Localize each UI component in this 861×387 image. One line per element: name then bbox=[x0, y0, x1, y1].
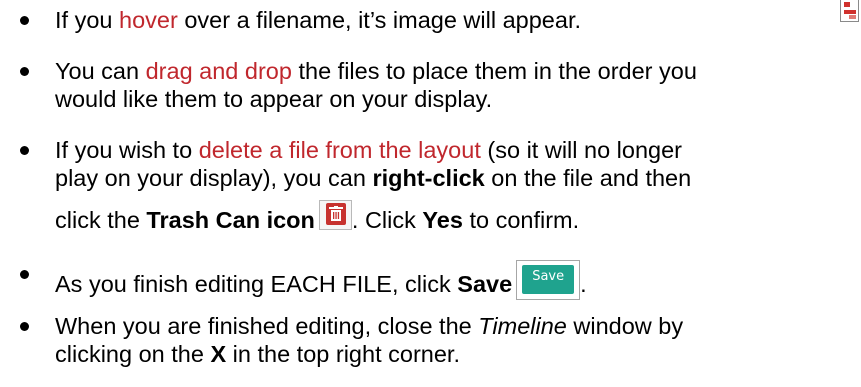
save-button: Save bbox=[516, 260, 581, 300]
bullet-icon bbox=[20, 322, 29, 331]
save-button-label: Save bbox=[522, 265, 575, 294]
text-line: As you finish editing EACH FILE, click S… bbox=[55, 260, 587, 300]
text-segment: clicking on the bbox=[55, 341, 211, 367]
text-segment: to confirm. bbox=[462, 207, 580, 233]
text-line: When you are finished editing, close the… bbox=[55, 312, 683, 340]
highlight-drag-and-drop: drag and drop bbox=[145, 58, 292, 84]
text-segment: over a filename, it’s image will appear. bbox=[177, 7, 581, 33]
text-segment: would like them to appear on your displa… bbox=[55, 86, 493, 112]
text-line: clicking on the X in the top right corne… bbox=[55, 340, 460, 368]
text-segment: . Click bbox=[351, 207, 423, 233]
bold-right-click: right-click bbox=[372, 165, 485, 191]
bold-yes: Yes bbox=[422, 207, 463, 233]
italic-timeline: Timeline bbox=[478, 313, 567, 339]
bullet-icon bbox=[20, 67, 29, 76]
text-segment: on the file and then bbox=[484, 165, 692, 191]
text-segment: window by bbox=[566, 313, 684, 339]
text-segment: click the bbox=[55, 207, 147, 233]
bullet-icon bbox=[20, 16, 29, 25]
text-segment: You can bbox=[55, 58, 146, 84]
text-segment: If you wish to bbox=[55, 137, 199, 163]
text-segment: in the top right corner. bbox=[226, 341, 460, 367]
highlight-hover: hover bbox=[119, 7, 178, 33]
text-line: would like them to appear on your displa… bbox=[55, 85, 492, 113]
text-segment: As you finish editing EACH FILE, click bbox=[55, 271, 458, 297]
text-line: If you hover over a filename, it’s image… bbox=[55, 6, 581, 34]
bullet-icon bbox=[20, 270, 29, 279]
bullet-icon bbox=[20, 146, 29, 155]
text-segment: (so it will no longer bbox=[480, 137, 682, 163]
text-segment: play on your display), you can bbox=[55, 165, 373, 191]
highlight-delete-file: delete a file from the layout bbox=[198, 137, 481, 163]
trash-can-icon bbox=[318, 200, 352, 230]
text-line: click the Trash Can icon . Click Yes to c… bbox=[55, 200, 579, 234]
text-segment: the files to place them in the order you bbox=[291, 58, 697, 84]
image-thumbnail-icon bbox=[840, 0, 859, 22]
text-segment: When you are finished editing, close the bbox=[55, 313, 479, 339]
text-segment: If you bbox=[55, 7, 120, 33]
bold-x: X bbox=[210, 341, 227, 367]
bold-trash-can-icon: Trash Can icon bbox=[146, 207, 315, 233]
text-line: If you wish to delete a file from the la… bbox=[55, 136, 682, 164]
text-line: play on your display), you can right-cli… bbox=[55, 164, 691, 192]
bold-save: Save bbox=[457, 271, 513, 297]
text-line: You can drag and drop the files to place… bbox=[55, 57, 697, 85]
text-segment: . bbox=[580, 271, 587, 297]
